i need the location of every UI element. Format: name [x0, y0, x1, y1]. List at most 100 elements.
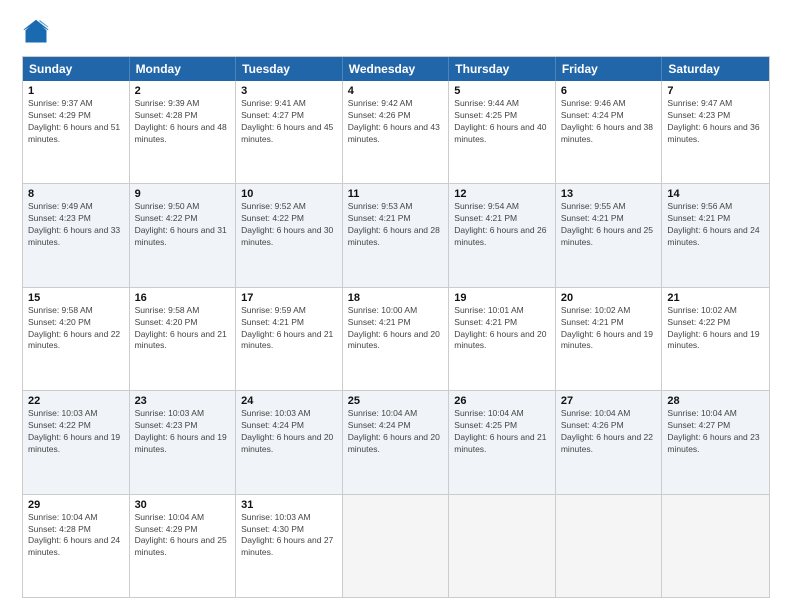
cal-cell: 12 Sunrise: 9:54 AM Sunset: 4:21 PM Dayl… [449, 184, 556, 286]
cal-cell: 6 Sunrise: 9:46 AM Sunset: 4:24 PM Dayli… [556, 81, 663, 183]
cell-info: Sunrise: 10:03 AM Sunset: 4:22 PM Daylig… [28, 408, 124, 456]
cal-row-1: 1 Sunrise: 9:37 AM Sunset: 4:29 PM Dayli… [23, 81, 769, 183]
cal-header-sunday: Sunday [23, 57, 130, 81]
day-number: 28 [667, 395, 764, 407]
cal-cell: 4 Sunrise: 9:42 AM Sunset: 4:26 PM Dayli… [343, 81, 450, 183]
cal-header-monday: Monday [130, 57, 237, 81]
calendar: SundayMondayTuesdayWednesdayThursdayFrid… [22, 56, 770, 598]
day-number: 12 [454, 188, 550, 200]
day-number: 20 [561, 292, 657, 304]
cell-info: Sunrise: 9:46 AM Sunset: 4:24 PM Dayligh… [561, 98, 657, 146]
day-number: 26 [454, 395, 550, 407]
cell-info: Sunrise: 9:50 AM Sunset: 4:22 PM Dayligh… [135, 201, 231, 249]
day-number: 21 [667, 292, 764, 304]
cell-info: Sunrise: 10:02 AM Sunset: 4:22 PM Daylig… [667, 305, 764, 353]
cal-cell: 29 Sunrise: 10:04 AM Sunset: 4:28 PM Day… [23, 495, 130, 597]
cal-cell [343, 495, 450, 597]
cell-info: Sunrise: 9:42 AM Sunset: 4:26 PM Dayligh… [348, 98, 444, 146]
cal-cell: 17 Sunrise: 9:59 AM Sunset: 4:21 PM Dayl… [236, 288, 343, 390]
day-number: 24 [241, 395, 337, 407]
cal-cell: 26 Sunrise: 10:04 AM Sunset: 4:25 PM Day… [449, 391, 556, 493]
logo-icon [22, 18, 50, 46]
day-number: 3 [241, 85, 337, 97]
cal-cell: 28 Sunrise: 10:04 AM Sunset: 4:27 PM Day… [662, 391, 769, 493]
day-number: 5 [454, 85, 550, 97]
day-number: 30 [135, 499, 231, 511]
cal-cell: 27 Sunrise: 10:04 AM Sunset: 4:26 PM Day… [556, 391, 663, 493]
day-number: 16 [135, 292, 231, 304]
cell-info: Sunrise: 9:56 AM Sunset: 4:21 PM Dayligh… [667, 201, 764, 249]
cal-cell [662, 495, 769, 597]
cal-cell: 23 Sunrise: 10:03 AM Sunset: 4:23 PM Day… [130, 391, 237, 493]
cal-row-4: 22 Sunrise: 10:03 AM Sunset: 4:22 PM Day… [23, 390, 769, 493]
cal-cell: 25 Sunrise: 10:04 AM Sunset: 4:24 PM Day… [343, 391, 450, 493]
page: SundayMondayTuesdayWednesdayThursdayFrid… [0, 0, 792, 612]
cal-cell [449, 495, 556, 597]
cal-cell: 19 Sunrise: 10:01 AM Sunset: 4:21 PM Day… [449, 288, 556, 390]
day-number: 8 [28, 188, 124, 200]
cal-row-2: 8 Sunrise: 9:49 AM Sunset: 4:23 PM Dayli… [23, 183, 769, 286]
day-number: 19 [454, 292, 550, 304]
cal-header-saturday: Saturday [662, 57, 769, 81]
cal-cell: 16 Sunrise: 9:58 AM Sunset: 4:20 PM Dayl… [130, 288, 237, 390]
cal-cell: 7 Sunrise: 9:47 AM Sunset: 4:23 PM Dayli… [662, 81, 769, 183]
day-number: 10 [241, 188, 337, 200]
cell-info: Sunrise: 9:52 AM Sunset: 4:22 PM Dayligh… [241, 201, 337, 249]
day-number: 14 [667, 188, 764, 200]
cell-info: Sunrise: 10:03 AM Sunset: 4:23 PM Daylig… [135, 408, 231, 456]
cal-cell: 20 Sunrise: 10:02 AM Sunset: 4:21 PM Day… [556, 288, 663, 390]
cell-info: Sunrise: 10:04 AM Sunset: 4:27 PM Daylig… [667, 408, 764, 456]
calendar-body: 1 Sunrise: 9:37 AM Sunset: 4:29 PM Dayli… [23, 81, 769, 597]
cell-info: Sunrise: 9:47 AM Sunset: 4:23 PM Dayligh… [667, 98, 764, 146]
cal-cell: 14 Sunrise: 9:56 AM Sunset: 4:21 PM Dayl… [662, 184, 769, 286]
day-number: 7 [667, 85, 764, 97]
cell-info: Sunrise: 9:53 AM Sunset: 4:21 PM Dayligh… [348, 201, 444, 249]
cell-info: Sunrise: 10:04 AM Sunset: 4:25 PM Daylig… [454, 408, 550, 456]
day-number: 9 [135, 188, 231, 200]
cell-info: Sunrise: 9:44 AM Sunset: 4:25 PM Dayligh… [454, 98, 550, 146]
cal-cell: 9 Sunrise: 9:50 AM Sunset: 4:22 PM Dayli… [130, 184, 237, 286]
cal-row-5: 29 Sunrise: 10:04 AM Sunset: 4:28 PM Day… [23, 494, 769, 597]
day-number: 4 [348, 85, 444, 97]
day-number: 31 [241, 499, 337, 511]
cal-header-thursday: Thursday [449, 57, 556, 81]
day-number: 1 [28, 85, 124, 97]
cal-cell: 15 Sunrise: 9:58 AM Sunset: 4:20 PM Dayl… [23, 288, 130, 390]
day-number: 2 [135, 85, 231, 97]
day-number: 27 [561, 395, 657, 407]
cal-cell: 5 Sunrise: 9:44 AM Sunset: 4:25 PM Dayli… [449, 81, 556, 183]
cal-cell [556, 495, 663, 597]
cell-info: Sunrise: 9:58 AM Sunset: 4:20 PM Dayligh… [135, 305, 231, 353]
cell-info: Sunrise: 10:02 AM Sunset: 4:21 PM Daylig… [561, 305, 657, 353]
cal-cell: 22 Sunrise: 10:03 AM Sunset: 4:22 PM Day… [23, 391, 130, 493]
logo [22, 18, 54, 46]
cell-info: Sunrise: 9:54 AM Sunset: 4:21 PM Dayligh… [454, 201, 550, 249]
cal-cell: 1 Sunrise: 9:37 AM Sunset: 4:29 PM Dayli… [23, 81, 130, 183]
cell-info: Sunrise: 9:55 AM Sunset: 4:21 PM Dayligh… [561, 201, 657, 249]
day-number: 17 [241, 292, 337, 304]
cal-cell: 18 Sunrise: 10:00 AM Sunset: 4:21 PM Day… [343, 288, 450, 390]
day-number: 29 [28, 499, 124, 511]
cal-row-3: 15 Sunrise: 9:58 AM Sunset: 4:20 PM Dayl… [23, 287, 769, 390]
cal-cell: 31 Sunrise: 10:03 AM Sunset: 4:30 PM Day… [236, 495, 343, 597]
cell-info: Sunrise: 10:04 AM Sunset: 4:29 PM Daylig… [135, 512, 231, 560]
cal-header-wednesday: Wednesday [343, 57, 450, 81]
cal-cell: 8 Sunrise: 9:49 AM Sunset: 4:23 PM Dayli… [23, 184, 130, 286]
cell-info: Sunrise: 9:37 AM Sunset: 4:29 PM Dayligh… [28, 98, 124, 146]
cell-info: Sunrise: 10:03 AM Sunset: 4:30 PM Daylig… [241, 512, 337, 560]
cell-info: Sunrise: 10:01 AM Sunset: 4:21 PM Daylig… [454, 305, 550, 353]
cell-info: Sunrise: 9:59 AM Sunset: 4:21 PM Dayligh… [241, 305, 337, 353]
cal-cell: 10 Sunrise: 9:52 AM Sunset: 4:22 PM Dayl… [236, 184, 343, 286]
cal-cell: 13 Sunrise: 9:55 AM Sunset: 4:21 PM Dayl… [556, 184, 663, 286]
day-number: 22 [28, 395, 124, 407]
cal-cell: 21 Sunrise: 10:02 AM Sunset: 4:22 PM Day… [662, 288, 769, 390]
day-number: 18 [348, 292, 444, 304]
day-number: 23 [135, 395, 231, 407]
cell-info: Sunrise: 10:04 AM Sunset: 4:24 PM Daylig… [348, 408, 444, 456]
day-number: 6 [561, 85, 657, 97]
cal-cell: 24 Sunrise: 10:03 AM Sunset: 4:24 PM Day… [236, 391, 343, 493]
cal-cell: 11 Sunrise: 9:53 AM Sunset: 4:21 PM Dayl… [343, 184, 450, 286]
calendar-header: SundayMondayTuesdayWednesdayThursdayFrid… [23, 57, 769, 81]
cell-info: Sunrise: 9:39 AM Sunset: 4:28 PM Dayligh… [135, 98, 231, 146]
cell-info: Sunrise: 9:49 AM Sunset: 4:23 PM Dayligh… [28, 201, 124, 249]
